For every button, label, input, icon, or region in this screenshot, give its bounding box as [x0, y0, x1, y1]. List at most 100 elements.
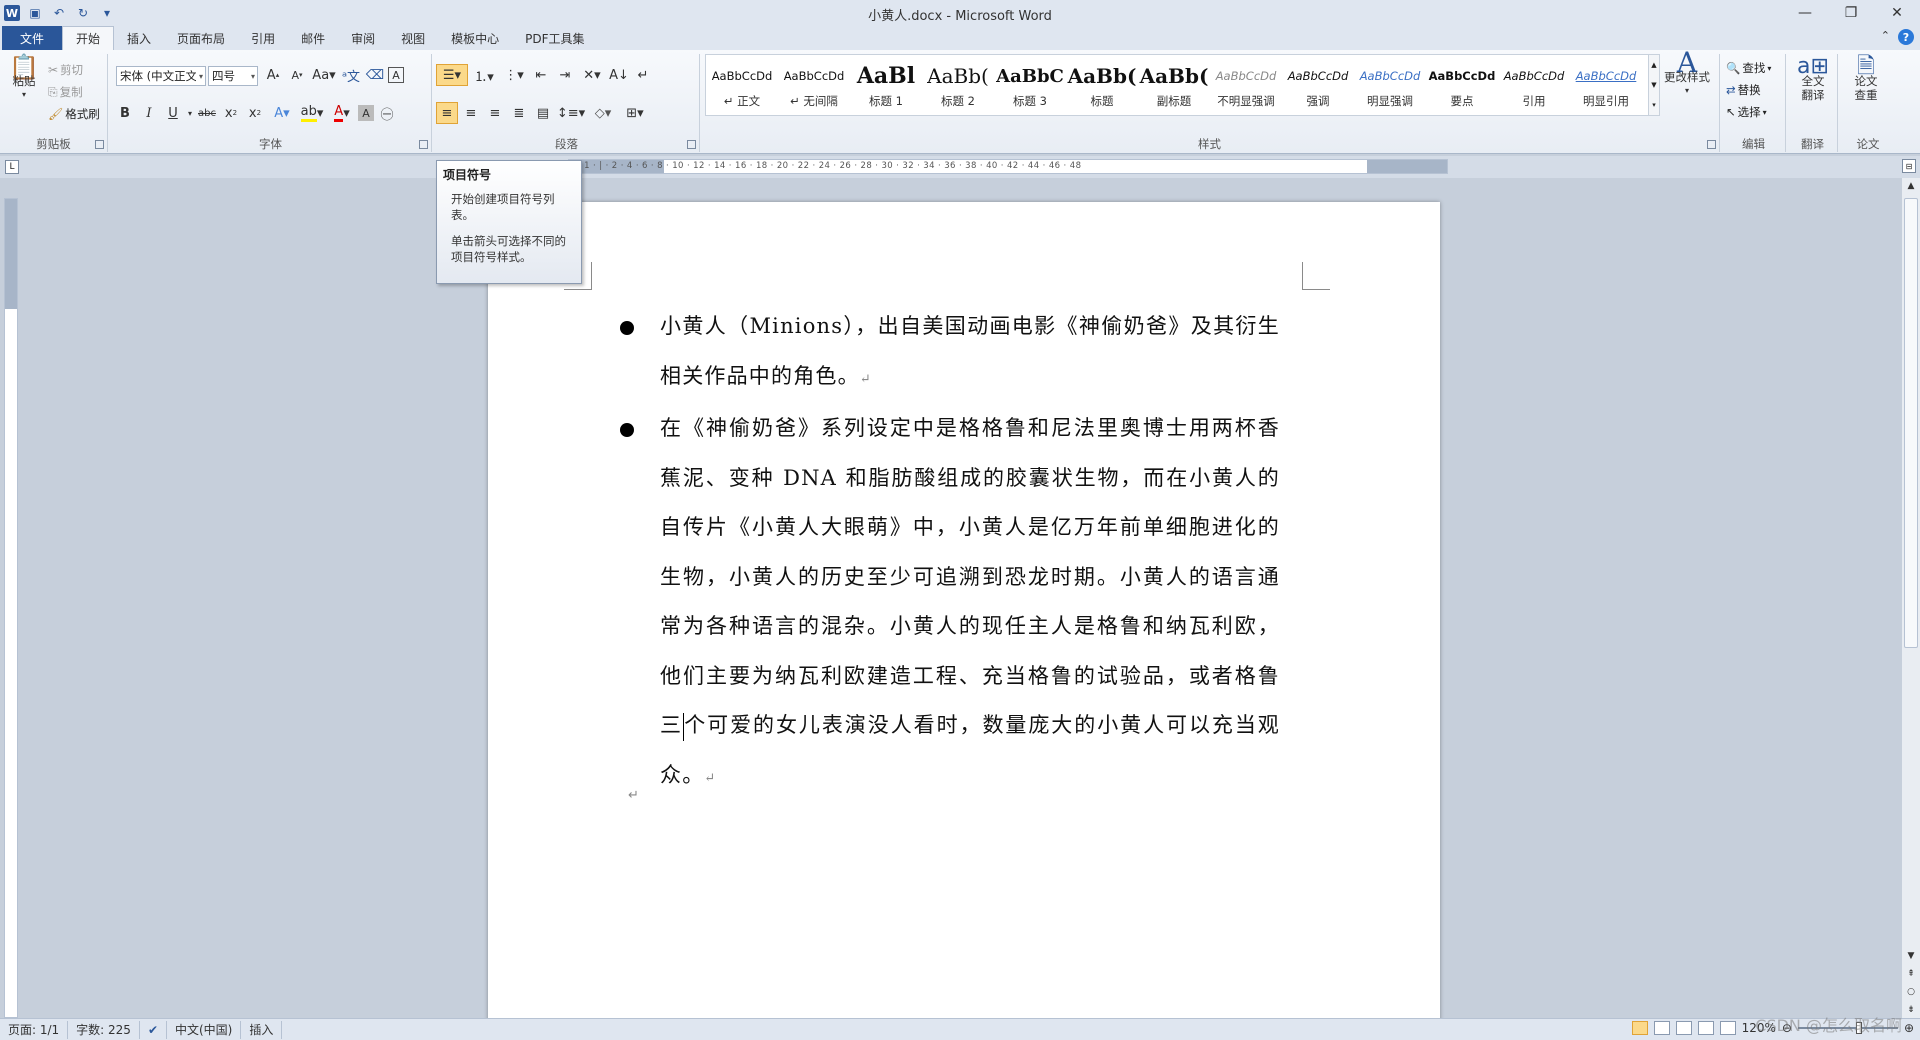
font-size-combo[interactable]: 四号 ▾	[208, 66, 258, 86]
outline-view-icon[interactable]	[1697, 1021, 1714, 1035]
underline-menu-icon[interactable]: ▾	[186, 102, 194, 124]
redo-icon[interactable]: ↻	[74, 4, 92, 22]
align-left-icon[interactable]: ≡	[436, 102, 458, 124]
undo-icon[interactable]: ↶	[50, 4, 68, 22]
vertical-scrollbar[interactable]: ▲ ▼ ⇞ ○ ⇟	[1902, 178, 1920, 1018]
proofing-icon[interactable]: ✔	[140, 1020, 167, 1039]
tab-home[interactable]: 开始	[62, 26, 115, 50]
highlight-icon[interactable]: ab ▾	[298, 102, 326, 124]
tab-review[interactable]: 审阅	[338, 26, 388, 50]
scroll-down-icon[interactable]: ▼	[1902, 948, 1920, 964]
font-color-icon[interactable]: A ▾	[328, 102, 356, 124]
character-border-icon[interactable]: A	[388, 67, 404, 83]
distributed-icon[interactable]: ▤	[532, 102, 554, 124]
align-center-icon[interactable]: ≡	[460, 102, 482, 124]
change-case-icon[interactable]: Aa▾	[310, 64, 338, 86]
cursor-icon: ↖	[1726, 105, 1736, 119]
word-logo-icon[interactable]: W	[4, 5, 20, 21]
ruler-toggle-icon[interactable]: ⊟	[1902, 159, 1916, 173]
paragraph-launcher-icon[interactable]	[687, 140, 696, 149]
restore-button[interactable]: ❐	[1828, 0, 1874, 26]
full-translate-button[interactable]: a⊞ 全文翻译	[1794, 56, 1832, 103]
multilevel-list-icon[interactable]: ⋮▾	[500, 64, 528, 86]
decrease-indent-icon[interactable]: ⇤	[530, 64, 552, 86]
web-layout-view-icon[interactable]	[1675, 1021, 1692, 1035]
tab-template-center[interactable]: 模板中心	[438, 26, 512, 50]
list-item[interactable]: 小黄人（Minions），出自美国动画电影《神偷奶爸》及其衍生相关作品中的角色。…	[620, 302, 1280, 404]
chinese-layout-icon[interactable]: ✕▾	[578, 64, 606, 86]
tab-insert[interactable]: 插入	[114, 26, 164, 50]
vertical-ruler[interactable]	[4, 198, 18, 1018]
text-effects-icon[interactable]: A▾	[268, 102, 296, 124]
language-status[interactable]: 中文(中国)	[167, 1020, 242, 1039]
phonetic-guide-icon[interactable]: ᵃ文	[340, 64, 362, 86]
line-spacing-icon[interactable]: ↕≡▾	[556, 102, 586, 124]
print-layout-view-icon[interactable]	[1631, 1021, 1648, 1035]
sort-icon[interactable]: A↓	[608, 64, 630, 86]
tab-file[interactable]: 文件	[2, 26, 63, 50]
scroll-up-icon[interactable]: ▲	[1902, 178, 1920, 194]
numbering-icon[interactable]: ⒈▾	[470, 64, 498, 86]
tab-references[interactable]: 引用	[238, 26, 288, 50]
superscript-icon[interactable]: x2	[244, 102, 266, 124]
select-button[interactable]: ↖ 选择 ▾	[1726, 104, 1767, 120]
replace-button[interactable]: ⇄ 替换	[1726, 82, 1761, 98]
enclose-character-icon[interactable]: ㊀	[376, 102, 398, 124]
clipboard-launcher-icon[interactable]	[95, 140, 104, 149]
tooltip-line-1: 开始创建项目符号列表。	[451, 192, 555, 222]
word-count[interactable]: 字数: 225	[68, 1020, 140, 1039]
tab-page-layout[interactable]: 页面布局	[164, 26, 238, 50]
close-button[interactable]: ✕	[1874, 0, 1920, 26]
draft-view-icon[interactable]	[1719, 1021, 1736, 1035]
tab-mailings[interactable]: 邮件	[288, 26, 338, 50]
subscript-icon[interactable]: x2	[220, 102, 242, 124]
font-name-combo[interactable]: 宋体 (中文正文) ▾	[116, 66, 206, 86]
scrollbar-thumb[interactable]	[1904, 198, 1918, 648]
ruler-scale[interactable]: 2 · 1 · | · 2 · 4 · 6 · 8 · 10 · 12 · 14…	[568, 159, 1448, 174]
paper-check-button[interactable]: 🗎 论文查重	[1846, 56, 1886, 103]
list-item[interactable]: 在《神偷奶爸》系列设定中是格格鲁和尼法里奥博士用两杯香蕉泥、变种 DNA 和脂肪…	[620, 404, 1280, 803]
italic-icon[interactable]: I	[138, 102, 160, 124]
copy-button[interactable]: ⎘ 复制	[48, 84, 83, 100]
bullet-list[interactable]: 小黄人（Minions），出自美国动画电影《神偷奶爸》及其衍生相关作品中的角色。…	[620, 302, 1280, 803]
tab-selector-icon[interactable]: L	[5, 160, 19, 174]
tab-pdf-tools[interactable]: PDF工具集	[512, 26, 597, 50]
character-shading-icon[interactable]: A	[358, 105, 374, 121]
align-right-icon[interactable]: ≡	[484, 102, 506, 124]
browse-object-icon[interactable]: ○	[1902, 984, 1920, 1000]
shading-icon[interactable]: ◇▾	[588, 102, 618, 124]
document-page[interactable]: 小黄人（Minions），出自美国动画电影《神偷奶爸》及其衍生相关作品中的角色。…	[488, 202, 1440, 1022]
insert-mode-status[interactable]: 插入	[241, 1020, 283, 1039]
increase-indent-icon[interactable]: ⇥	[554, 64, 576, 86]
zoom-in-icon[interactable]: ⊕	[1904, 1021, 1914, 1035]
document-area: 小黄人（Minions），出自美国动画电影《神偷奶爸》及其衍生相关作品中的角色。…	[24, 178, 1904, 1022]
bold-icon[interactable]: B	[114, 102, 136, 124]
minimize-ribbon-icon[interactable]: ⌃	[1881, 29, 1890, 45]
page-count[interactable]: 页面: 1/1	[0, 1020, 69, 1039]
full-screen-view-icon[interactable]	[1653, 1021, 1670, 1035]
save-icon[interactable]: ▣	[26, 4, 44, 22]
grow-font-icon[interactable]: A ▴	[262, 64, 284, 86]
paste-button[interactable]: 📋 粘贴 ▾	[6, 55, 42, 102]
styles-launcher-icon[interactable]	[1707, 140, 1716, 149]
format-painter-button[interactable]: 🖌 格式刷	[48, 106, 100, 122]
tab-view[interactable]: 视图	[388, 26, 438, 50]
borders-icon[interactable]: ⊞▾	[620, 102, 650, 124]
next-page-icon[interactable]: ⇟	[1902, 1002, 1920, 1018]
scissors-icon: ✂	[48, 63, 59, 77]
cut-button[interactable]: ✂ 剪切	[48, 62, 83, 78]
find-button[interactable]: 🔍 查找 ▾	[1726, 60, 1771, 76]
strikethrough-icon[interactable]: abc	[196, 102, 218, 124]
shrink-font-icon[interactable]: A ▾	[286, 64, 308, 86]
clear-format-icon[interactable]: ⌫	[364, 64, 386, 86]
show-marks-icon[interactable]: ↵	[632, 64, 654, 86]
minimize-button[interactable]: —	[1782, 0, 1828, 26]
bullets-button[interactable]: ☰▾	[436, 64, 468, 86]
empty-paragraph-mark[interactable]: ↵	[628, 788, 639, 803]
underline-icon[interactable]: U	[162, 102, 184, 124]
font-launcher-icon[interactable]	[419, 140, 428, 149]
prev-page-icon[interactable]: ⇞	[1902, 966, 1920, 982]
help-icon[interactable]: ?	[1898, 29, 1914, 45]
justify-icon[interactable]: ≣	[508, 102, 530, 124]
customize-qat-icon[interactable]: ▾	[98, 4, 116, 22]
